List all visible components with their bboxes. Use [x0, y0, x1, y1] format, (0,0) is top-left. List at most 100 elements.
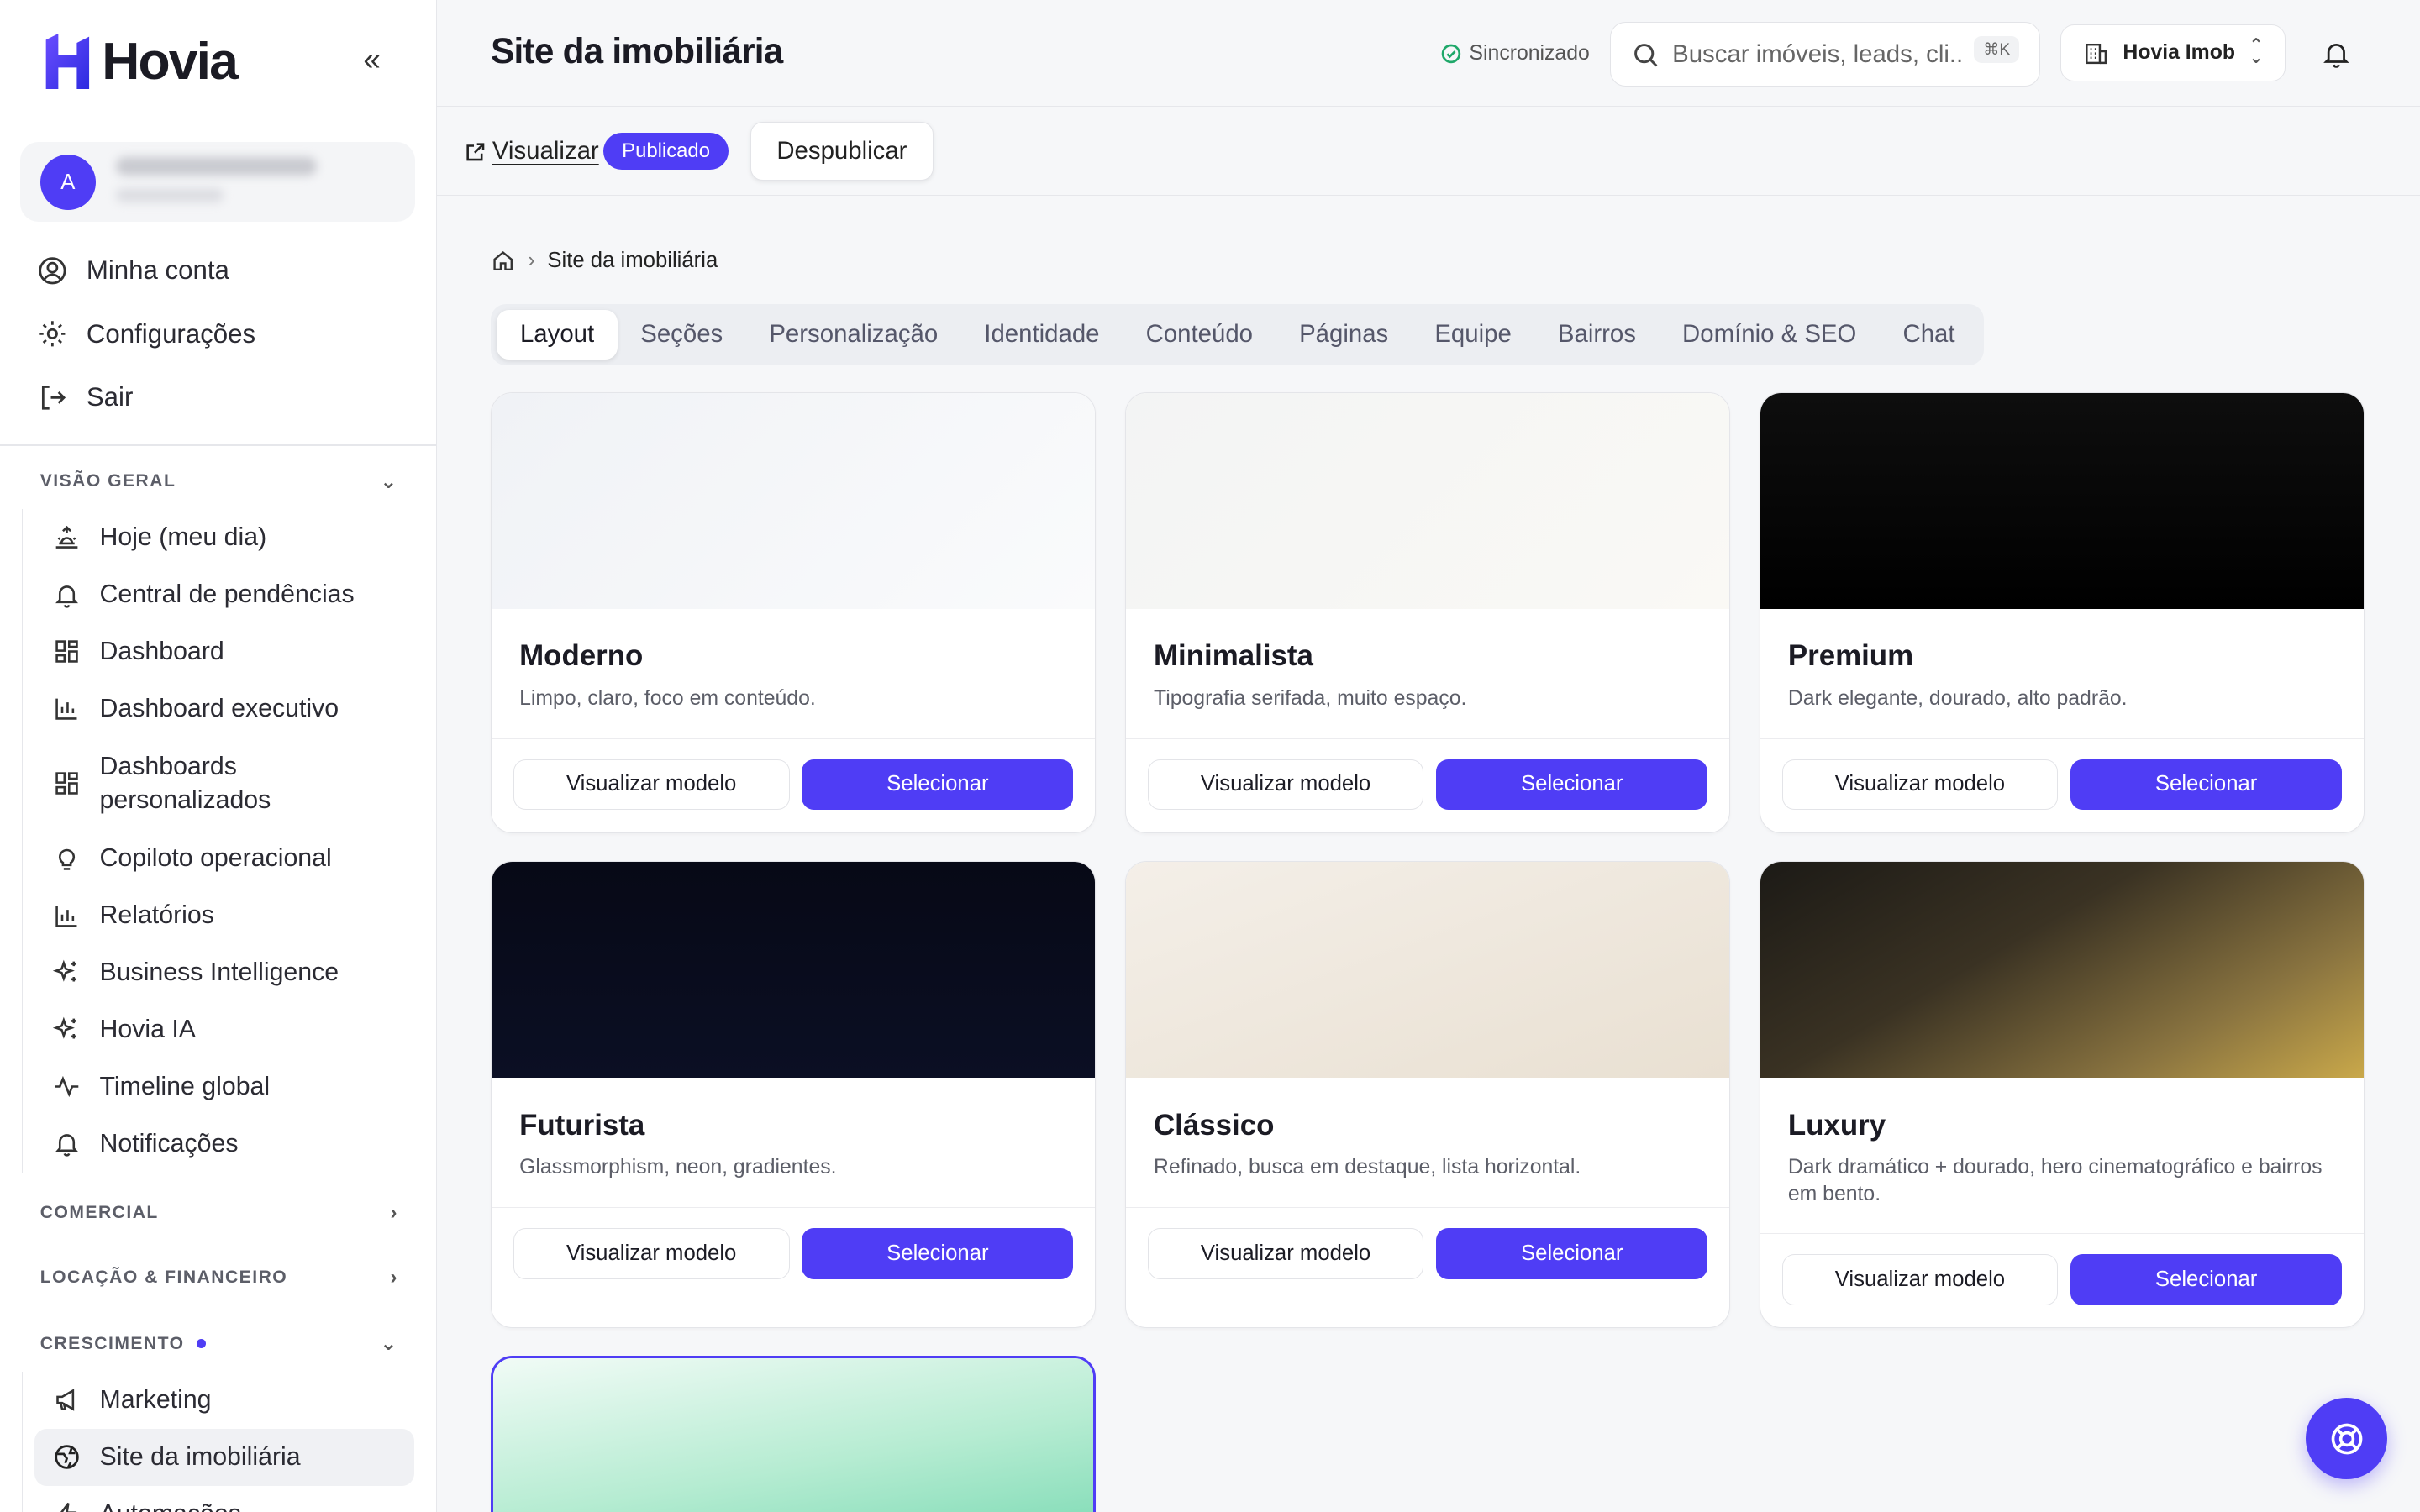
sidebar-item-copilot[interactable]: Copiloto operacional: [23, 830, 415, 887]
select-template-button[interactable]: Selecionar: [2070, 1254, 2343, 1305]
sidebar-item-automations[interactable]: Automações: [23, 1486, 415, 1512]
menu-item-settings[interactable]: Configurações: [37, 302, 255, 365]
check-circle-icon: [1442, 44, 1461, 63]
sidebar-item-timeline[interactable]: Timeline global: [23, 1058, 415, 1116]
select-template-button[interactable]: Selecionar: [1436, 759, 1708, 811]
bell-icon: [55, 1134, 79, 1157]
sidebar-item-hovia-ia[interactable]: Hovia IA: [23, 1001, 415, 1058]
sidebar-item-marketing[interactable]: Marketing: [23, 1372, 415, 1429]
sidebar-item-site[interactable]: Site da imobiliária: [34, 1428, 415, 1486]
unpublish-button[interactable]: Despublicar: [750, 122, 934, 181]
sidebar-item-custom-dashboards[interactable]: Dashboards personalizados: [23, 738, 415, 830]
preview-template-button[interactable]: Visualizar modelo: [1781, 759, 2059, 811]
tab-content[interactable]: Conteúdo: [1123, 310, 1276, 360]
sidebar-item-notifications[interactable]: Notificações: [23, 1116, 415, 1173]
tab-domain-seo[interactable]: Domínio & SEO: [1660, 310, 1880, 360]
activity-icon: [55, 1076, 79, 1098]
building-icon: [2085, 43, 2107, 64]
template-card: Luxury Dark dramático + dourado, hero ci…: [1759, 860, 2365, 1329]
sidebar-item-bi[interactable]: Business Intelligence: [23, 944, 415, 1001]
home-icon[interactable]: [491, 249, 515, 273]
collapse-sidebar-icon[interactable]: «: [355, 43, 388, 76]
template-thumbnail: [493, 1358, 1094, 1512]
account-card[interactable]: A: [19, 141, 416, 223]
bar-chart-icon: [55, 699, 77, 721]
template-card-selected: [491, 1356, 1097, 1512]
breadcrumb-current: Site da imobiliária: [547, 248, 718, 272]
template-card: Minimalista Tipografia serifada, muito e…: [1124, 391, 1730, 833]
template-thumbnail: [1760, 392, 2364, 609]
sidebar-item-pending[interactable]: Central de pendências: [23, 566, 415, 623]
grid-icon: [55, 772, 79, 795]
template-name: Minimalista: [1154, 639, 1313, 673]
tab-team[interactable]: Equipe: [1412, 310, 1535, 360]
bell-icon: [55, 585, 79, 608]
breadcrumb: › Site da imobiliária: [491, 249, 718, 273]
section-finance-toggle[interactable]: LOCAÇÃO & FINANCEIRO ›: [40, 1262, 398, 1293]
select-template-button[interactable]: Selecionar: [802, 1228, 1074, 1279]
tab-chat[interactable]: Chat: [1880, 310, 1978, 360]
status-badge: Publicado: [603, 132, 729, 171]
template-description: Refinado, busca em destaque, lista horiz…: [1154, 1156, 1581, 1179]
sparkles-icon: [53, 1017, 76, 1040]
preview-template-button[interactable]: Visualizar modelo: [1147, 759, 1424, 811]
tab-layout[interactable]: Layout: [497, 310, 618, 360]
select-template-button[interactable]: Selecionar: [2070, 759, 2343, 811]
sparkles-icon: [53, 960, 76, 983]
sidebar-item-reports[interactable]: Relatórios: [23, 887, 415, 944]
bar-chart-icon: [55, 906, 77, 927]
section-growth-toggle[interactable]: CRESCIMENTO ⌄: [40, 1328, 398, 1359]
user-circle-icon: [39, 257, 66, 285]
lightbulb-icon: [59, 848, 76, 870]
template-name: Moderno: [519, 639, 644, 673]
account-name-blurred: [115, 157, 317, 176]
preview-template-button[interactable]: Visualizar modelo: [513, 759, 790, 811]
hovia-logo-icon: [46, 33, 90, 89]
global-search[interactable]: ⌘K: [1609, 21, 2041, 87]
tab-neighborhoods[interactable]: Bairros: [1534, 310, 1659, 360]
select-template-button[interactable]: Selecionar: [802, 759, 1074, 811]
sidebar-item-executive-dashboard[interactable]: Dashboard executivo: [23, 680, 415, 738]
app-name: Hovia: [102, 31, 239, 91]
help-button[interactable]: [2306, 1398, 2388, 1480]
action-bar: Visualizar Publicado Despublicar: [436, 108, 2420, 197]
tab-customization[interactable]: Personalização: [746, 310, 961, 360]
template-card: Moderno Limpo, claro, foco em conteúdo. …: [491, 391, 1097, 833]
sunrise-icon: [56, 525, 78, 549]
preview-template-button[interactable]: Visualizar modelo: [1147, 1228, 1424, 1279]
menu-item-logout[interactable]: Sair: [37, 365, 255, 428]
sidebar-item-today[interactable]: Hoje (meu dia): [23, 509, 415, 566]
external-link-icon: [466, 142, 485, 160]
section-overview-toggle[interactable]: VISÃO GERAL ⌄: [40, 466, 398, 497]
org-switcher[interactable]: Hovia Imob ⌃ ⌄: [2060, 24, 2286, 82]
template-card: Futurista Glassmorphism, neon, gradiente…: [491, 860, 1097, 1329]
chevron-down-icon: ⌄: [380, 470, 398, 493]
menu-item-my-account[interactable]: Minha conta: [37, 239, 255, 302]
preview-template-button[interactable]: Visualizar modelo: [513, 1228, 790, 1279]
app-logo[interactable]: Hovia: [43, 31, 239, 92]
chevron-right-icon: ›: [528, 248, 535, 272]
avatar: A: [39, 154, 96, 210]
template-description: Tipografia serifada, muito espaço.: [1154, 687, 1467, 711]
template-name: Clássico: [1154, 1108, 1275, 1142]
select-template-button[interactable]: Selecionar: [1436, 1228, 1708, 1279]
sidebar-item-dashboard[interactable]: Dashboard: [23, 623, 415, 680]
search-shortcut: ⌘K: [1974, 36, 2020, 63]
section-commercial-toggle[interactable]: COMERCIAL ›: [40, 1197, 398, 1228]
sidebar-divider: [0, 444, 436, 446]
search-input[interactable]: [1672, 38, 1966, 72]
growth-nav-list: Marketing Site da imobiliária Automações: [21, 1371, 415, 1512]
tab-sections[interactable]: Seções: [618, 310, 746, 360]
chevron-right-icon: ›: [390, 1200, 398, 1224]
account-email-blurred: [115, 188, 224, 202]
tab-pages[interactable]: Páginas: [1276, 310, 1412, 360]
notifications-bell-icon[interactable]: [2321, 39, 2352, 70]
globe-icon: [55, 1445, 80, 1469]
unread-dot: [197, 1339, 207, 1349]
lifebuoy-icon: [2331, 1423, 2363, 1455]
tab-identity[interactable]: Identidade: [961, 310, 1123, 360]
template-name: Luxury: [1787, 1108, 1886, 1142]
preview-site-link[interactable]: Visualizar: [465, 137, 599, 165]
template-thumbnail: [492, 861, 1096, 1078]
preview-template-button[interactable]: Visualizar modelo: [1781, 1254, 2059, 1305]
